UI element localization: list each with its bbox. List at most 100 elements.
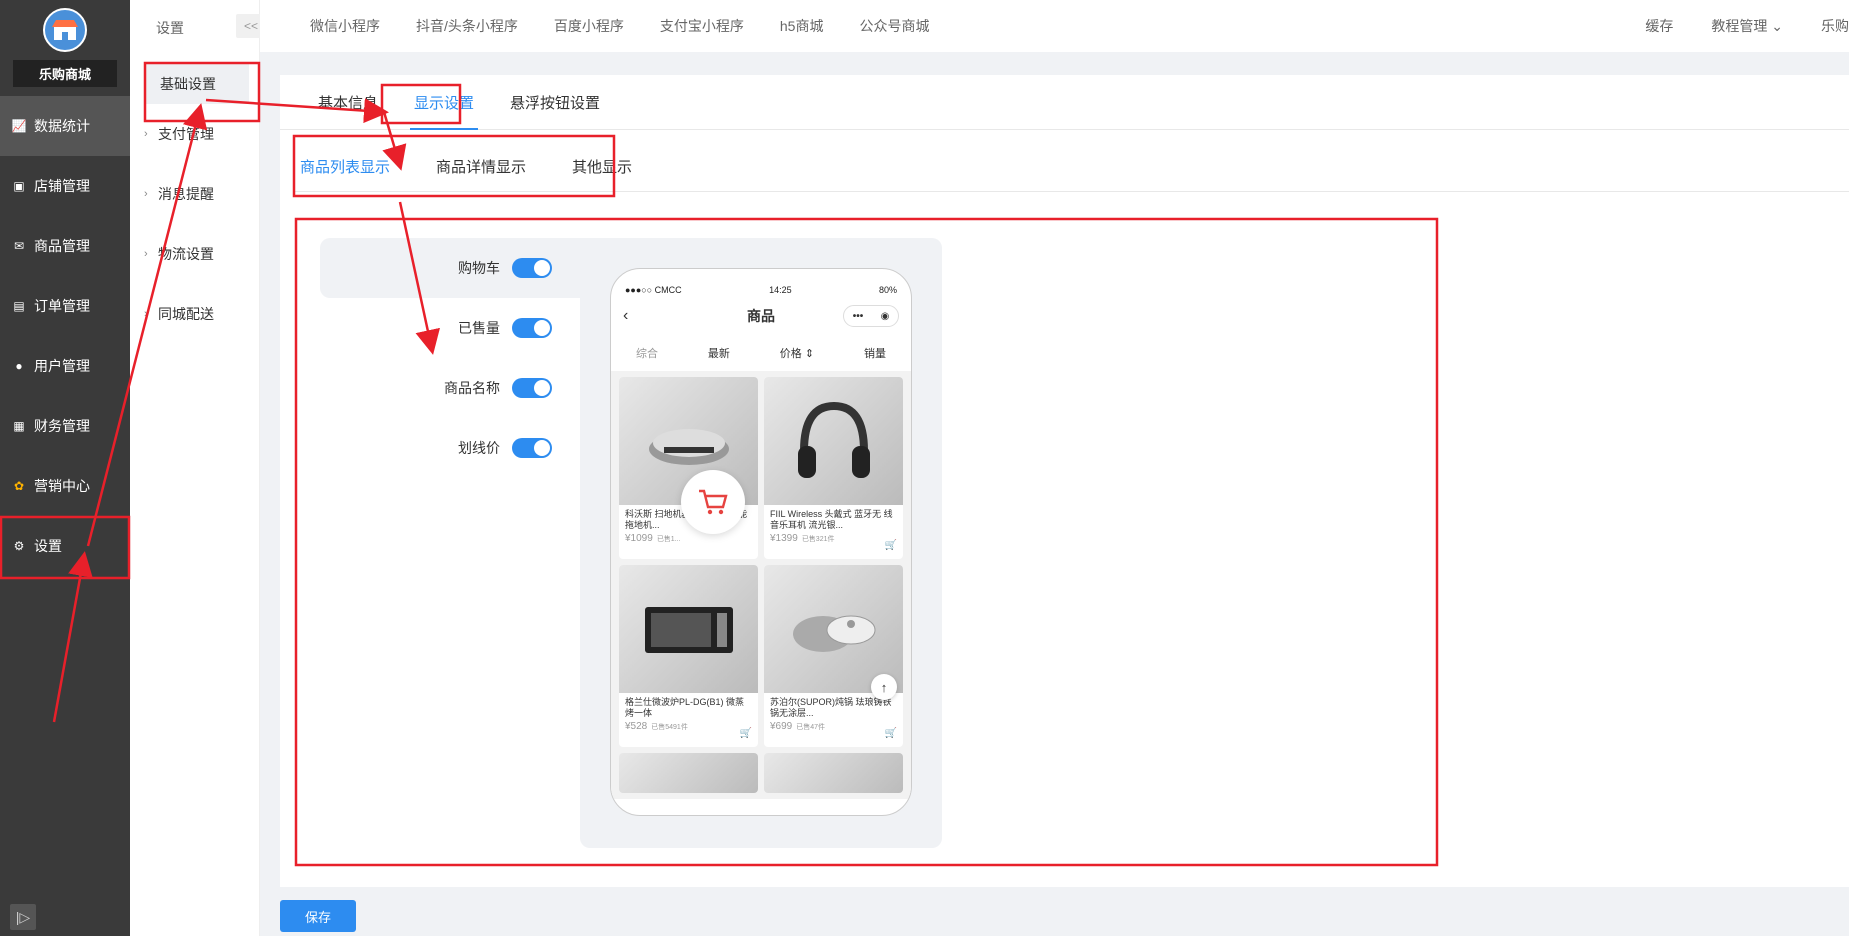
toggle-label: 购物车: [458, 260, 500, 276]
cart-toggle-switch[interactable]: [512, 258, 552, 278]
product-sold: 已售1...: [656, 535, 681, 543]
sidebar-item-store[interactable]: ▣ 店铺管理: [0, 156, 130, 216]
cart-icon[interactable]: 🛒: [885, 540, 897, 551]
sidebar-item-label: 数据统计: [34, 118, 90, 134]
chart-icon: 📈: [11, 119, 27, 133]
phone-status-bar: ●●●○○ CMCC 14:25 80%: [611, 269, 911, 303]
display-sub-tabs: 商品列表显示 商品详情显示 其他显示: [294, 142, 1849, 192]
top-right-actions: 缓存 教程管理 ⌄ 乐购: [1645, 0, 1849, 52]
sidebar-item-statistics[interactable]: 📈 数据统计: [0, 96, 130, 156]
toggle-row-cart: 购物车: [320, 238, 580, 298]
top-navigation: 微信小程序 抖音/头条小程序 百度小程序 支付宝小程序 h5商城 公众号商城 缓…: [260, 0, 1849, 52]
sidebar-item-label: 营销中心: [34, 478, 90, 494]
sub-item-logistics[interactable]: › 物流设置: [130, 224, 259, 284]
user-menu[interactable]: 乐购: [1821, 16, 1849, 36]
sidebar-item-users[interactable]: ● 用户管理: [0, 336, 130, 396]
target-icon: ◉: [880, 310, 890, 322]
product-name: FIIL Wireless 头戴式 蓝牙无 线音乐耳机 流光银...: [770, 509, 893, 530]
product-price: ¥1099: [625, 533, 653, 544]
toggle-list: 购物车 已售量 商品名称 划线价: [320, 238, 580, 478]
marketing-icon: ✿: [13, 479, 25, 493]
tab-basic-info[interactable]: 基本信息: [300, 92, 396, 129]
shop-name: 乐购商城: [13, 60, 117, 87]
nav-official-account-mall[interactable]: 公众号商城: [859, 16, 929, 36]
tutorial-menu[interactable]: 教程管理 ⌄: [1711, 16, 1783, 36]
floating-cart-icon[interactable]: [681, 470, 745, 534]
product-price-row: ¥528 已售5491件: [619, 719, 758, 734]
product-name-toggle-switch[interactable]: [512, 378, 552, 398]
sort-sales: 销量: [864, 348, 886, 360]
sub-item-payment[interactable]: › 支付管理: [130, 104, 259, 164]
toggle-label: 商品名称: [444, 380, 500, 396]
product-price: ¥699: [770, 721, 793, 732]
nav-alipay-miniprogram[interactable]: 支付宝小程序: [660, 16, 744, 36]
finance-icon: ▦: [13, 419, 25, 433]
toggle-label: 划线价: [458, 440, 500, 456]
collapse-sidebar-button[interactable]: |▷: [10, 904, 36, 930]
sub-item-label: 物流设置: [158, 246, 214, 262]
sold-count-toggle-switch[interactable]: [512, 318, 552, 338]
nav-douyin-miniprogram[interactable]: 抖音/头条小程序: [416, 16, 518, 36]
product-sold: 已售321件: [801, 535, 835, 543]
chevron-right-icon: ›: [144, 188, 148, 200]
back-to-top-icon[interactable]: ↑: [871, 674, 897, 700]
sidebar-item-goods[interactable]: ✉ 商品管理: [0, 216, 130, 276]
store-logo-icon: [43, 8, 87, 52]
sub-item-local-delivery[interactable]: › 同城配送: [130, 284, 259, 344]
sidebar-item-settings[interactable]: ⚙ 设置: [0, 516, 130, 576]
toggle-row-product-name: 商品名称: [320, 358, 580, 418]
user-icon: ●: [15, 359, 23, 373]
product-sold: 已售5491件: [651, 723, 688, 731]
save-button[interactable]: 保存: [280, 900, 356, 932]
phone-preview-area: ●●●○○ CMCC 14:25 80% ‹ 商品 ••• ◉ 综合 最新 价格…: [580, 238, 942, 848]
product-name: 格兰仕微波炉PL-DG(B1) 微蒸烤一体: [625, 697, 745, 718]
product-price-row: ¥1099 已售1...: [619, 531, 758, 546]
nav-wechat-miniprogram[interactable]: 微信小程序: [310, 16, 380, 36]
tab-product-list-display[interactable]: 商品列表显示: [294, 156, 410, 177]
product-price: ¥528: [625, 721, 648, 732]
cart-icon[interactable]: 🛒: [740, 728, 752, 739]
sidebar-item-label: 财务管理: [34, 418, 90, 434]
nav-h5-mall[interactable]: h5商城: [780, 16, 824, 36]
headphones-image: [764, 377, 903, 505]
chevron-right-icon: ›: [144, 308, 148, 320]
cart-icon[interactable]: 🛒: [885, 728, 897, 739]
product-image: [764, 753, 903, 793]
chevron-right-icon: ›: [144, 248, 148, 260]
phone-title-bar: ‹ 商品 ••• ◉: [611, 303, 911, 329]
product-card: 格兰仕微波炉PL-DG(B1) 微蒸烤一体 ¥528 已售5491件 🛒: [619, 565, 758, 747]
sub-item-notifications[interactable]: › 消息提醒: [130, 164, 259, 224]
order-icon: ▤: [13, 299, 25, 313]
tab-other-display[interactable]: 其他显示: [566, 156, 652, 177]
battery-text: 80%: [878, 285, 897, 295]
sidebar-item-label: 用户管理: [34, 358, 90, 374]
carrier-text: ●●●○○ CMCC: [625, 285, 682, 295]
sub-item-basic-settings[interactable]: 基础设置: [144, 64, 249, 104]
sidebar-item-marketing[interactable]: ✿ 营销中心: [0, 456, 130, 516]
tab-product-detail-display[interactable]: 商品详情显示: [430, 156, 546, 177]
product-price-row: ¥1399 已售321件: [764, 531, 903, 546]
goods-icon: ✉: [13, 239, 25, 253]
product-card: FIIL Wireless 头戴式 蓝牙无 线音乐耳机 流光银... ¥1399…: [764, 377, 903, 559]
phone-product-grid: 科沃斯 扫地机器人 全自动智能拖地机... ¥1099已售1... FIIL W…: [611, 371, 911, 799]
tab-float-button-settings[interactable]: 悬浮按钮设置: [492, 92, 618, 129]
sub-item-label: 支付管理: [158, 126, 214, 142]
tab-display-settings[interactable]: 显示设置: [396, 92, 492, 130]
main-tabs: 基本信息 显示设置 悬浮按钮设置: [280, 75, 1849, 130]
sidebar-item-label: 店铺管理: [34, 178, 90, 194]
sidebar-item-label: 订单管理: [34, 298, 90, 314]
product-price-row: ¥699 已售47件: [764, 719, 903, 734]
toggle-row-sold: 已售量: [320, 298, 580, 358]
time-text: 14:25: [769, 285, 792, 295]
sidebar-item-orders[interactable]: ▤ 订单管理: [0, 276, 130, 336]
sidebar-item-finance[interactable]: ▦ 财务管理: [0, 396, 130, 456]
nav-baidu-miniprogram[interactable]: 百度小程序: [554, 16, 624, 36]
cache-link[interactable]: 缓存: [1645, 16, 1673, 36]
strike-price-toggle-switch[interactable]: [512, 438, 552, 458]
product-image: [619, 753, 758, 793]
gear-icon: ⚙: [13, 539, 25, 553]
product-card: [619, 753, 758, 793]
logo-area: 乐购商城: [0, 0, 130, 96]
chevron-down-icon: ⌄: [1771, 18, 1783, 34]
phone-sort-bar: 综合 最新 价格 ⇕ 销量: [611, 335, 911, 371]
